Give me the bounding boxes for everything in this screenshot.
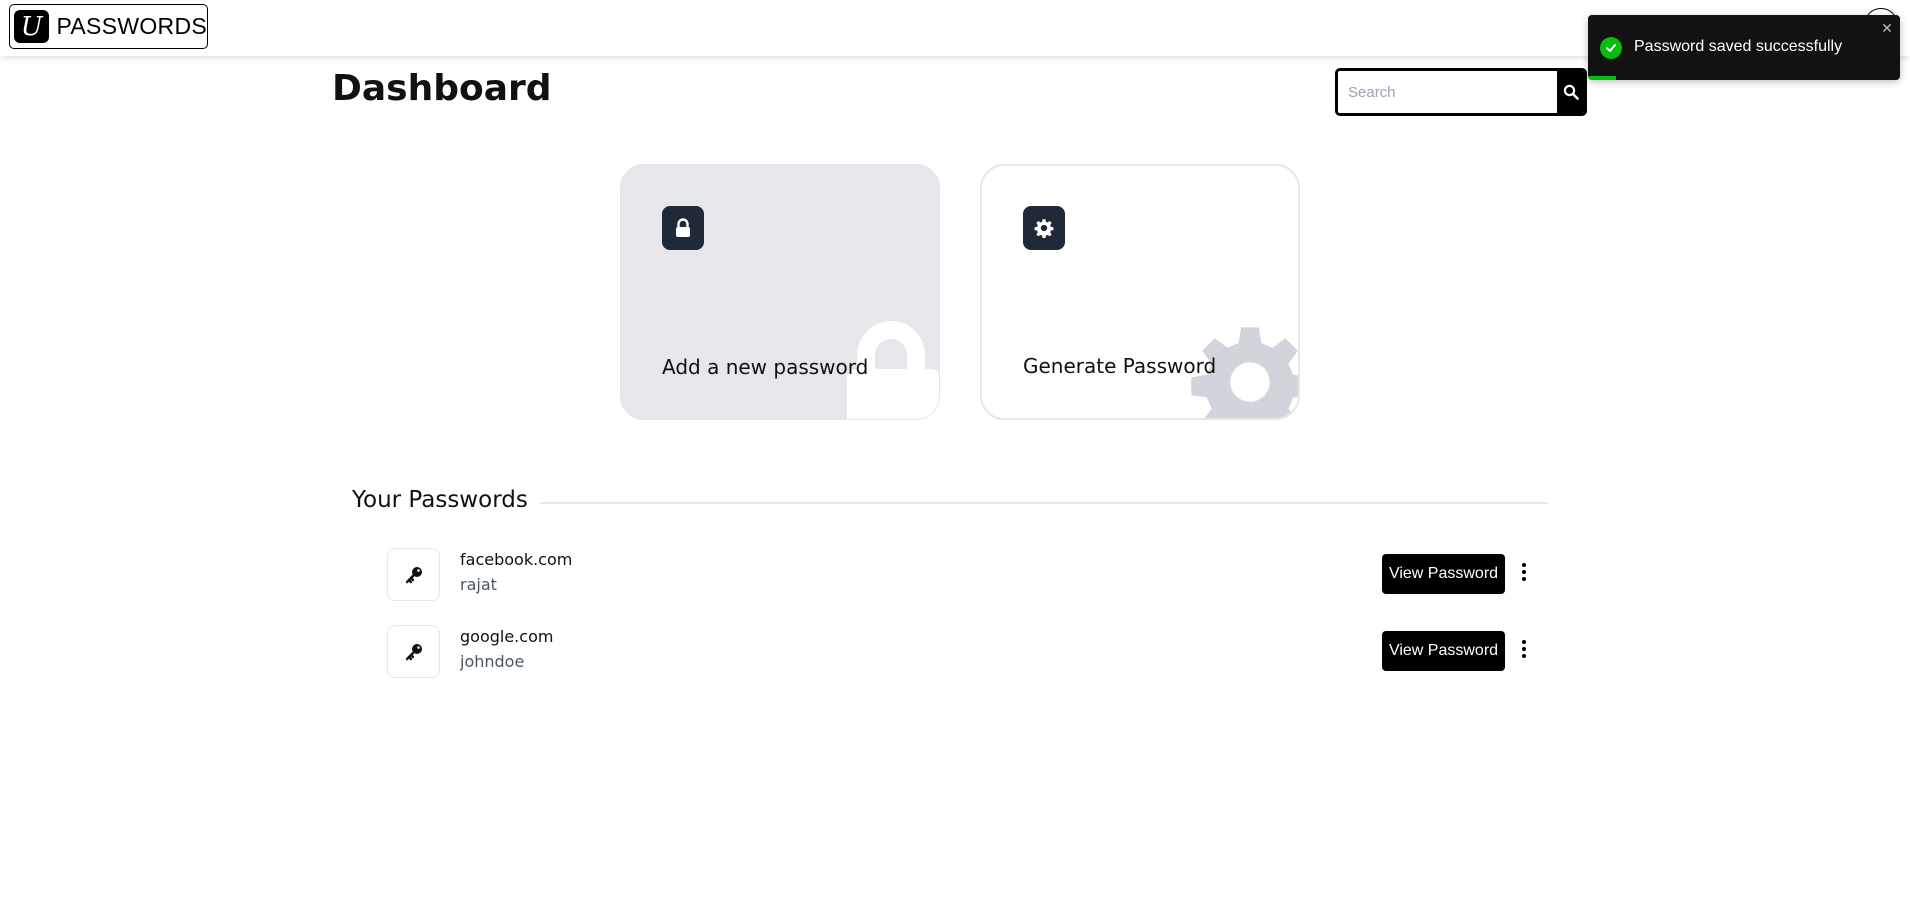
more-options-icon[interactable]	[1515, 558, 1533, 586]
key-icon	[387, 625, 440, 678]
search-icon	[1563, 84, 1579, 100]
logo-text: PASSWORDS	[56, 13, 207, 39]
generate-password-label: Generate Password	[1023, 354, 1217, 378]
page-title: Dashboard	[332, 68, 552, 109]
search-bar	[1335, 68, 1587, 116]
gear-icon	[1023, 206, 1065, 250]
check-circle-icon	[1600, 37, 1622, 59]
app-logo[interactable]: U PASSWORDS	[9, 4, 208, 49]
view-password-button[interactable]: View Password	[1382, 554, 1505, 594]
generate-password-card[interactable]: Generate Password	[980, 164, 1300, 420]
add-password-card[interactable]: Add a new password	[620, 164, 940, 420]
toast-progress-bar	[1588, 76, 1617, 80]
password-site: google.com	[460, 627, 554, 646]
section-divider	[540, 502, 1548, 504]
add-password-label: Add a new password	[662, 355, 869, 379]
search-button[interactable]	[1557, 71, 1584, 113]
search-input[interactable]	[1338, 71, 1557, 113]
password-username: rajat	[460, 575, 497, 594]
password-row: google.com johndoe View Password	[387, 625, 1537, 679]
password-row: facebook.com rajat View Password	[387, 548, 1537, 602]
close-icon[interactable]: ✕	[1880, 21, 1894, 37]
toast-message: Password saved successfully	[1634, 38, 1843, 55]
your-passwords-heading: Your Passwords	[352, 487, 528, 513]
key-icon	[387, 548, 440, 601]
logo-badge: U	[14, 10, 50, 43]
password-site: facebook.com	[460, 550, 573, 569]
more-options-icon[interactable]	[1515, 635, 1533, 663]
password-username: johndoe	[460, 652, 525, 671]
lock-icon	[662, 206, 704, 250]
success-toast[interactable]: Password saved successfully ✕	[1588, 15, 1900, 80]
view-password-button[interactable]: View Password	[1382, 631, 1505, 671]
